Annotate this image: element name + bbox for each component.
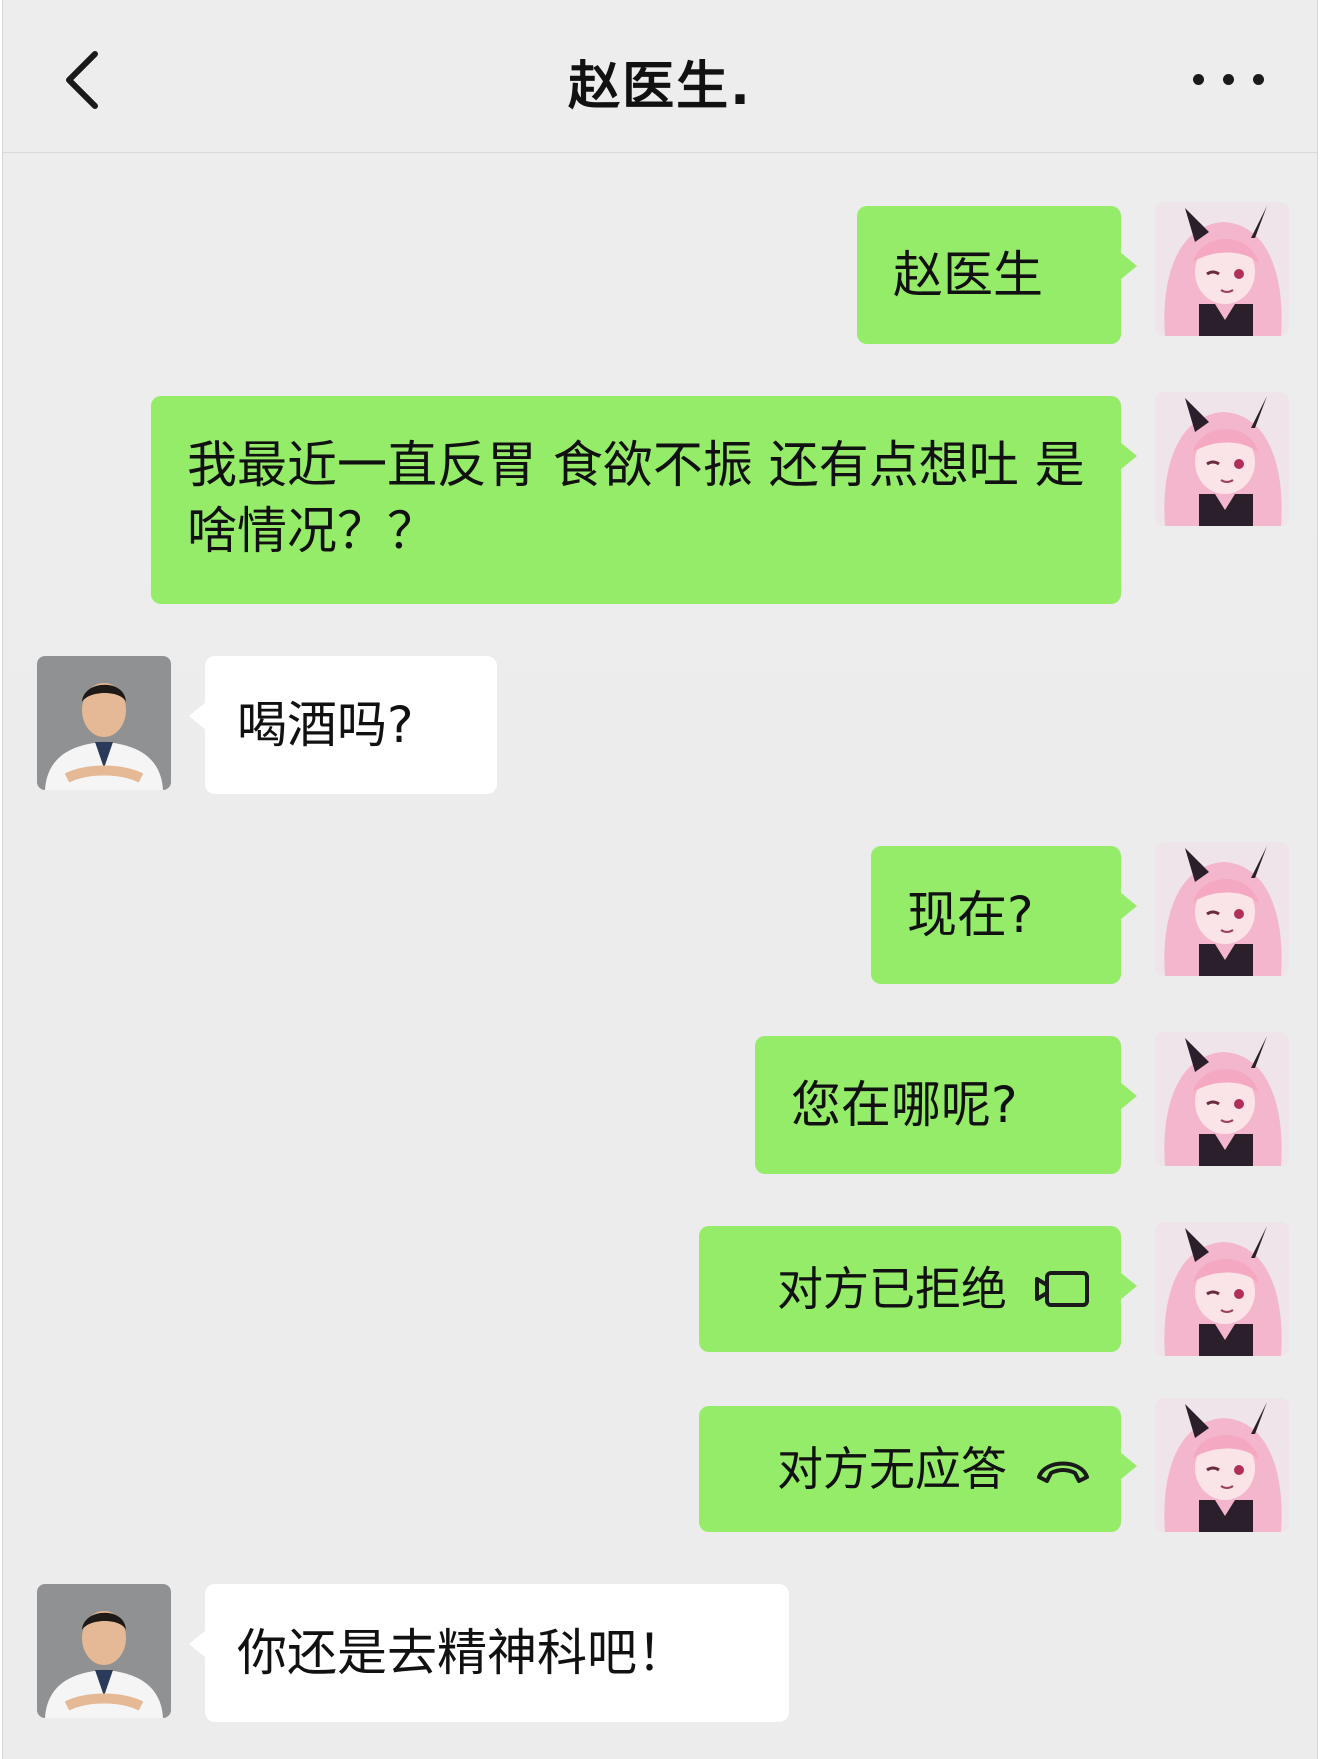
anime-girl-avatar-icon [1155, 202, 1289, 336]
anime-girl-avatar-icon [1155, 1032, 1289, 1166]
phone-hangup-icon [1037, 1461, 1089, 1483]
message-bubble[interactable]: 赵医生 [857, 206, 1137, 344]
video-call-record-bubble[interactable]: 对方已拒绝 [699, 1226, 1137, 1352]
user-avatar[interactable] [1155, 1032, 1289, 1166]
more-options-icon[interactable] [1191, 68, 1267, 92]
video-call-icon [1035, 1271, 1089, 1307]
anime-girl-avatar-icon [1155, 392, 1289, 526]
anime-girl-avatar-icon [1155, 1222, 1289, 1356]
call-status-text: 对方无应答 [777, 1442, 1007, 1496]
user-avatar[interactable] [1155, 1398, 1289, 1532]
call-status-text: 对方已拒绝 [777, 1262, 1007, 1316]
anime-girl-avatar-icon [1155, 842, 1289, 976]
user-avatar[interactable] [1155, 392, 1289, 526]
message-bubble[interactable]: 你还是去精神科吧！ [189, 1584, 789, 1722]
doctor-avatar-icon [37, 656, 171, 790]
message-bubble[interactable]: 现在? [871, 846, 1137, 984]
chat-title: 赵医生. [568, 57, 752, 117]
message-bubble[interactable]: 喝酒吗? [189, 656, 497, 794]
user-avatar[interactable] [1155, 1222, 1289, 1356]
voice-call-record-bubble[interactable]: 对方无应答 [699, 1406, 1137, 1532]
doctor-avatar[interactable] [37, 656, 171, 790]
user-avatar[interactable] [1155, 842, 1289, 976]
doctor-avatar-icon [37, 1584, 171, 1718]
user-avatar[interactable] [1155, 202, 1289, 336]
chat-screen: 赵医生. 赵医生 我最近一直反胃 食欲不振 还有点想吐 是啥情况？？ 喝酒吗? … [2, 0, 1318, 1759]
message-bubble[interactable]: 您在哪呢? [755, 1036, 1137, 1174]
doctor-avatar[interactable] [37, 1584, 171, 1718]
chat-header: 赵医生. [3, 0, 1317, 153]
anime-girl-avatar-icon [1155, 1398, 1289, 1532]
message-bubble[interactable]: 我最近一直反胃 食欲不振 还有点想吐 是啥情况？？ [151, 396, 1137, 604]
